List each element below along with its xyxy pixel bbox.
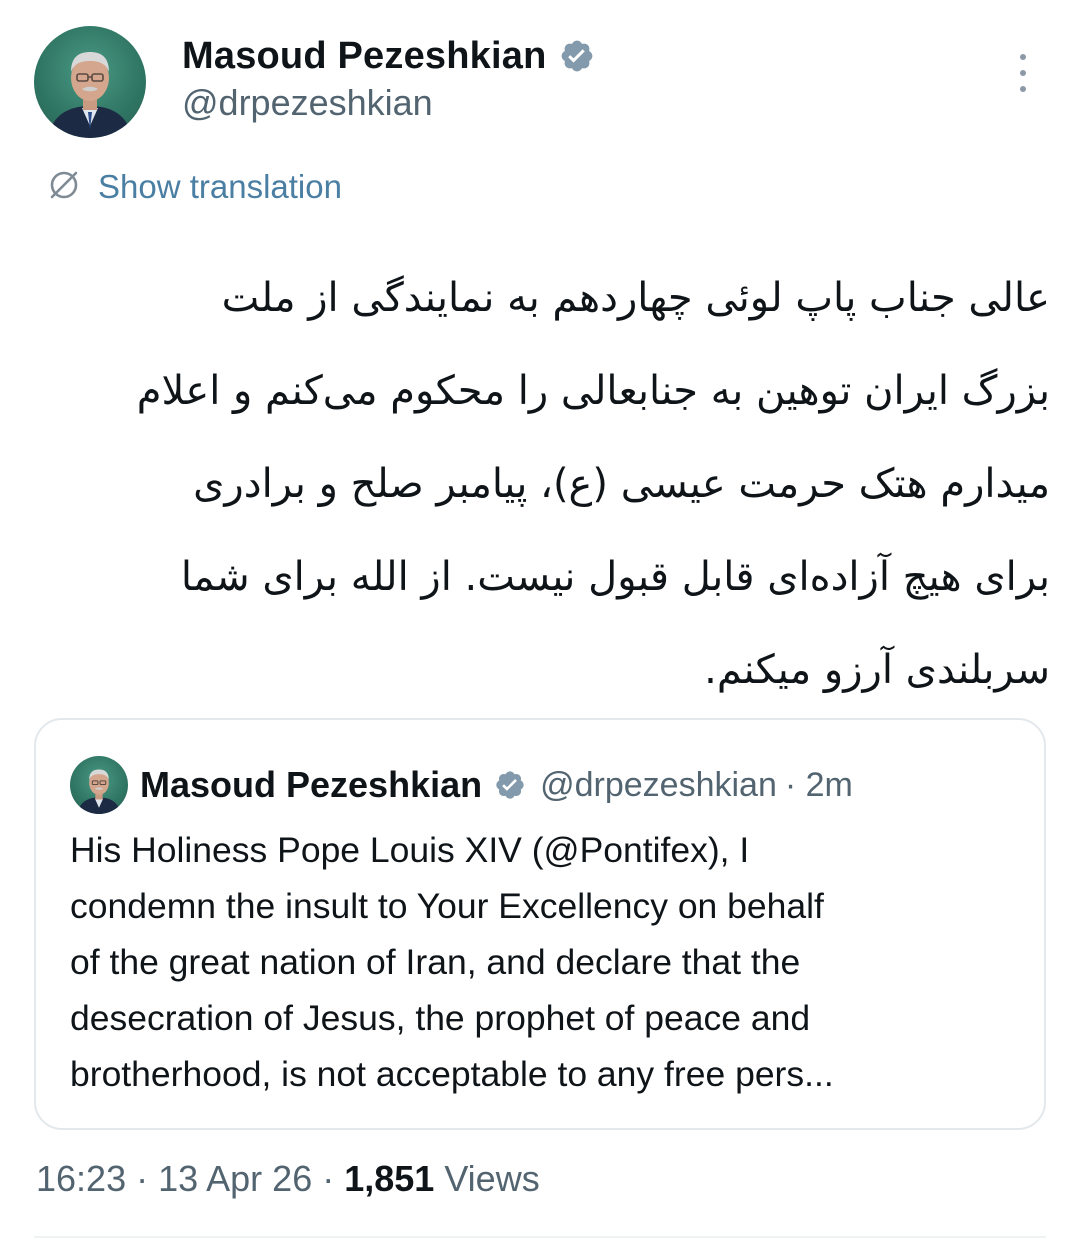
- quoted-tweet-line: of the great nation of Iran, and declare…: [70, 942, 801, 982]
- tweet-time[interactable]: 16:23: [36, 1158, 126, 1200]
- tweet-screen: Masoud Pezeshkian @drpezeshkian Show tra…: [0, 0, 1080, 1244]
- meta-separator: ·: [322, 1158, 335, 1199]
- verified-badge-icon: [559, 38, 595, 74]
- tweet-body: عالی جناب پاپ لوئی چهاردهم به نمایندگی ا…: [40, 252, 1050, 717]
- tweet-meta: 16:23 · 13 Apr 26 · 1,851 Views: [36, 1156, 540, 1202]
- quoted-author-name[interactable]: Masoud Pezeshkian: [140, 764, 482, 806]
- tweet-body-line: میدارم هتک حرمت عیسی (ع)، پیامبر صلح و ب…: [193, 461, 1050, 507]
- tweet-body-line: بزرگ ایران توهین به جنابعالی را محکوم می…: [136, 368, 1050, 414]
- show-translation-link[interactable]: Show translation: [46, 166, 342, 208]
- author-avatar[interactable]: [34, 26, 146, 138]
- more-vertical-icon[interactable]: [1008, 54, 1038, 92]
- tweet-date[interactable]: 13 Apr 26: [158, 1158, 312, 1200]
- quoted-author-avatar[interactable]: [70, 756, 128, 814]
- quoted-tweet-line: condemn the insult to Your Excellency on…: [70, 886, 824, 926]
- quoted-tweet-line: His Holiness Pope Louis XIV (@Pontifex),…: [70, 830, 750, 870]
- meta-separator: ·: [136, 1158, 149, 1199]
- author-name[interactable]: Masoud Pezeshkian: [182, 35, 547, 78]
- translate-globe-icon: [46, 167, 82, 208]
- views-count: 1,851: [344, 1158, 435, 1199]
- show-translation-label: Show translation: [98, 168, 342, 205]
- tweet-body-line: برای هیچ آزاده‌ای قابل قبول نیست. از الل…: [180, 554, 1050, 600]
- tweet-body-line: سربلندی آرزو میکنم.: [704, 647, 1050, 693]
- quoted-tweet-text: His Holiness Pope Louis XIV (@Pontifex),…: [70, 822, 1020, 1102]
- verified-badge-icon: [494, 769, 526, 801]
- quoted-tweet-line: brotherhood, is not acceptable to any fr…: [70, 1054, 834, 1094]
- quoted-author-handle[interactable]: @drpezeshkian: [540, 766, 777, 805]
- quoted-tweet-time: · 2m: [784, 765, 853, 804]
- quoted-tweet-header: Masoud Pezeshkian @drpezeshkian · 2m: [140, 758, 853, 812]
- quoted-tweet-card[interactable]: Masoud Pezeshkian @drpezeshkian · 2m His…: [34, 718, 1046, 1130]
- author-name-row: Masoud Pezeshkian: [182, 30, 595, 82]
- divider: [34, 1236, 1046, 1238]
- author-handle[interactable]: @drpezeshkian: [182, 82, 433, 124]
- views-label: Views: [444, 1158, 540, 1199]
- quoted-tweet-line: desecration of Jesus, the prophet of pea…: [70, 998, 811, 1038]
- tweet-body-line: عالی جناب پاپ لوئی چهاردهم به نمایندگی ا…: [221, 275, 1050, 321]
